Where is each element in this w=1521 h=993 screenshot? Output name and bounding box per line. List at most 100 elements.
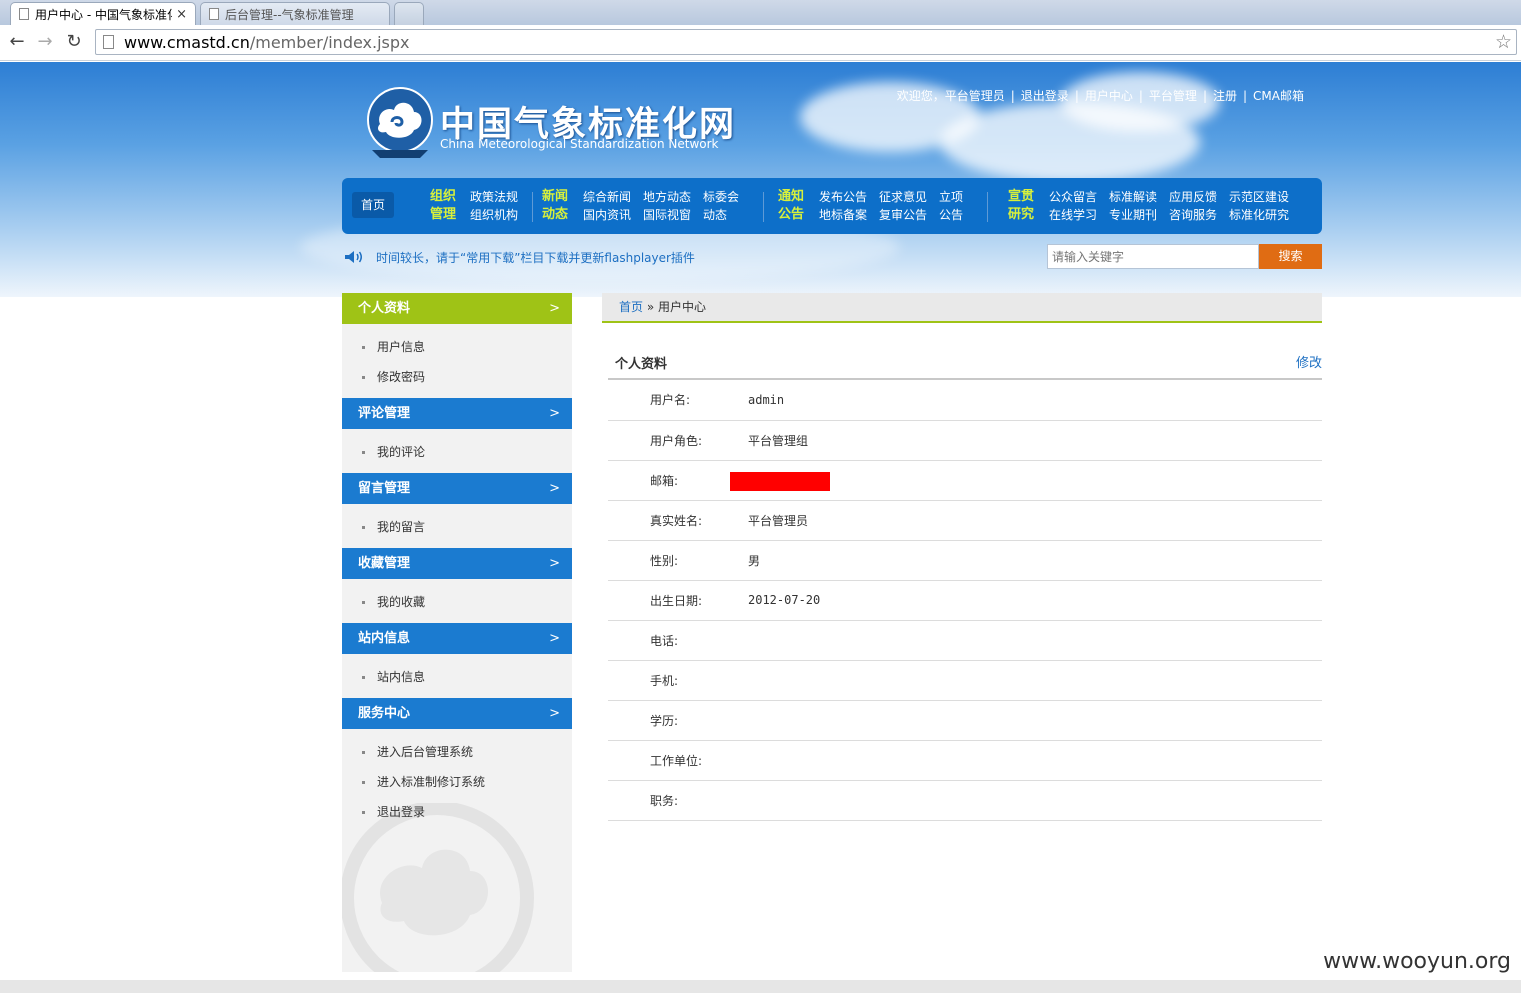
sidebar-item-my-favorites[interactable]: 我的收藏 <box>342 587 572 617</box>
chevron-right-icon: > <box>549 556 560 571</box>
field-value: 男 <box>748 540 1322 581</box>
search-button[interactable]: 搜索 <box>1259 244 1322 269</box>
back-arrow-icon[interactable]: ← <box>6 31 28 53</box>
sidebar-item-admin-system[interactable]: 进入后台管理系统 <box>342 737 572 767</box>
nav-link[interactable]: 专业期刊 <box>1109 206 1157 224</box>
sidebar-item-standard-system[interactable]: 进入标准制修订系统 <box>342 767 572 797</box>
sidebar-item-label: 退出登录 <box>377 805 426 819</box>
field-label: 学历: <box>608 700 748 741</box>
bookmark-star-icon[interactable]: ☆ <box>1495 31 1512 53</box>
nav-link[interactable]: 征求意见 <box>879 188 927 206</box>
browser-tab-active[interactable]: 用户中心 - 中国气象标准化 × <box>10 2 196 25</box>
breadcrumb: 首页 » 用户中心 <box>602 293 1322 323</box>
sidebar: 个人资料 > 用户信息 修改密码 评论管理 > 我的评论 留言管理 > 我的留言 收藏… <box>342 293 572 972</box>
platform-admin-link[interactable]: 平台管理 <box>1149 89 1197 103</box>
new-tab-button[interactable] <box>394 2 424 25</box>
sidebar-section-title: 收藏管理 <box>358 556 411 571</box>
bullet-icon <box>362 451 365 454</box>
bullet-icon <box>362 346 365 349</box>
field-value <box>748 700 1322 741</box>
field-value: 平台管理组 <box>748 420 1322 461</box>
cma-mail-link[interactable]: CMA邮箱 <box>1253 89 1304 103</box>
sidebar-section-profile[interactable]: 个人资料 > <box>342 293 572 324</box>
table-row: 出生日期: 2012-07-20 <box>608 580 1322 621</box>
table-row: 职务: <box>608 780 1322 821</box>
email-value <box>730 460 1322 501</box>
nav-divider <box>532 192 533 222</box>
sidebar-item-my-messages[interactable]: 我的留言 <box>342 512 572 542</box>
logo-emblem-icon <box>367 87 433 158</box>
search-input[interactable] <box>1047 244 1259 269</box>
nav-link[interactable]: 示范区建设 <box>1229 188 1289 206</box>
sidebar-item-label: 修改密码 <box>377 370 426 384</box>
sidebar-section-title: 个人资料 <box>358 301 411 316</box>
sidebar-item-user-info[interactable]: 用户信息 <box>342 332 572 362</box>
sidebar-item-site-messages[interactable]: 站内信息 <box>342 662 572 692</box>
sidebar-item-logout[interactable]: 退出登录 <box>342 797 572 827</box>
close-tab-icon[interactable]: × <box>176 7 187 22</box>
nav-link[interactable]: 公告 <box>939 206 963 224</box>
nav-link[interactable]: 应用反馈 <box>1169 188 1217 206</box>
address-bar[interactable]: www.cmastd.cn/member/index.jspx ☆ <box>95 29 1517 55</box>
nav-link[interactable]: 复审公告 <box>879 206 927 224</box>
reload-icon[interactable]: ↻ <box>63 31 85 53</box>
sidebar-item-my-comments[interactable]: 我的评论 <box>342 437 572 467</box>
nav-home[interactable]: 首页 <box>352 192 394 218</box>
sidebar-section-messages[interactable]: 留言管理 > <box>342 473 572 504</box>
separator: | <box>1202 89 1207 103</box>
nav-link[interactable]: 发布公告 <box>819 188 867 206</box>
nav-link[interactable]: 公众留言 <box>1049 188 1097 206</box>
separator: | <box>1138 89 1143 103</box>
field-label: 用户角色: <box>608 420 748 461</box>
main-navigation: 首页 组织 管理 政策法规 组织机构 新闻 动态 综合新闻 国内资讯 地方动态 国际… <box>342 178 1322 234</box>
field-label: 出生日期: <box>608 580 748 621</box>
nav-link[interactable]: 国内资讯 <box>583 206 631 224</box>
bullet-icon <box>362 811 365 814</box>
nav-link[interactable]: 标准解读 <box>1109 188 1157 206</box>
breadcrumb-current: 用户中心 <box>658 300 707 314</box>
table-row: 性别: 男 <box>608 540 1322 581</box>
field-label: 用户名: <box>608 380 748 421</box>
nav-divider <box>987 192 988 222</box>
web-page: 中国气象标准化网 China Meteorological Standardiz… <box>0 62 1521 980</box>
sidebar-section-comments[interactable]: 评论管理 > <box>342 398 572 429</box>
bullet-icon <box>362 601 365 604</box>
table-row: 电话: <box>608 620 1322 661</box>
breadcrumb-home-link[interactable]: 首页 <box>619 300 643 314</box>
nav-link[interactable]: 立项 <box>939 188 963 206</box>
nav-link[interactable]: 综合新闻 <box>583 188 631 206</box>
scrolling-notice[interactable]: 时间较长，请于“常用下载”栏目下载并更新flashplayer插件 <box>376 249 695 266</box>
sidebar-section-service[interactable]: 服务中心 > <box>342 698 572 729</box>
sidebar-section-inbox[interactable]: 站内信息 > <box>342 623 572 654</box>
nav-link[interactable]: 政策法规 <box>470 188 518 206</box>
nav-link[interactable]: 地方动态 <box>643 188 691 206</box>
sidebar-item-change-password[interactable]: 修改密码 <box>342 362 572 392</box>
nav-link[interactable]: 国际视窗 <box>643 206 691 224</box>
redaction-box <box>730 472 830 491</box>
nav-link[interactable]: 在线学习 <box>1049 206 1097 224</box>
field-label: 职务: <box>608 780 748 821</box>
register-link[interactable]: 注册 <box>1213 89 1237 103</box>
user-center-link[interactable]: 用户中心 <box>1085 89 1133 103</box>
nav-link[interactable]: 标委会 <box>703 188 739 206</box>
address-path: /member/index.jspx <box>249 32 410 52</box>
field-label: 电话: <box>608 620 748 661</box>
browser-tab-strip: 用户中心 - 中国气象标准化 × 后台管理--气象标准管理 <box>0 0 1521 25</box>
sidebar-item-label: 我的收藏 <box>377 595 426 609</box>
chevron-right-icon: > <box>549 301 560 316</box>
browser-tab-inactive[interactable]: 后台管理--气象标准管理 <box>200 2 390 25</box>
field-value: 2012-07-20 <box>748 580 1322 621</box>
nav-link[interactable]: 动态 <box>703 206 727 224</box>
table-row: 手机: <box>608 660 1322 701</box>
chevron-right-icon: > <box>549 706 560 721</box>
sidebar-section-favorites[interactable]: 收藏管理 > <box>342 548 572 579</box>
edit-profile-link[interactable]: 修改 <box>1296 352 1322 371</box>
field-value: 平台管理员 <box>748 500 1322 541</box>
nav-link[interactable]: 组织机构 <box>470 206 518 224</box>
logout-link[interactable]: 退出登录 <box>1021 89 1069 103</box>
nav-group-heading: 宣贯 研究 <box>1008 189 1035 222</box>
nav-link[interactable]: 标准化研究 <box>1229 206 1289 224</box>
nav-link[interactable]: 地标备案 <box>819 206 867 224</box>
nav-link[interactable]: 咨询服务 <box>1169 206 1217 224</box>
forward-arrow-icon[interactable]: → <box>34 31 56 53</box>
